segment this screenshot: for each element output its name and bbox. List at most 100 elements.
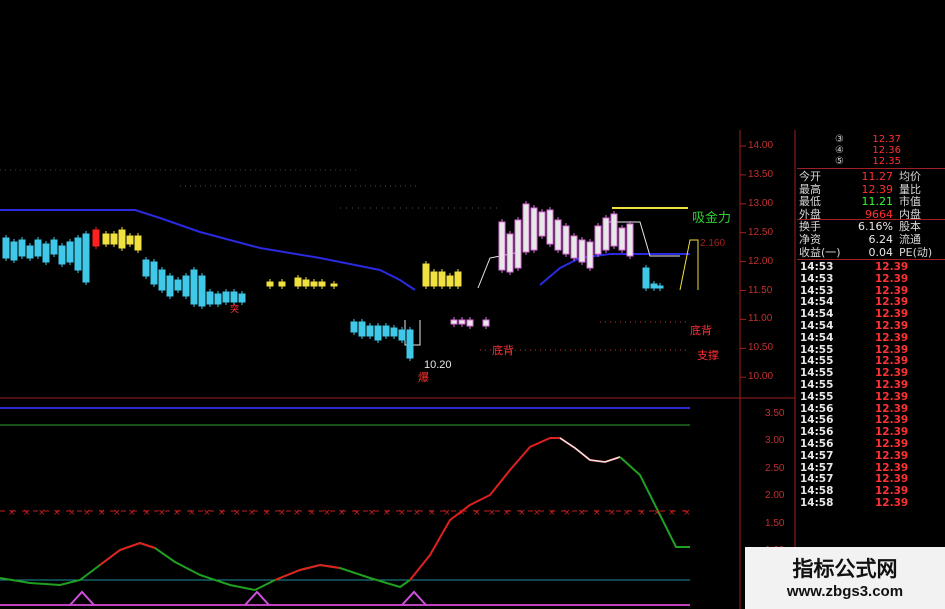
candle-body xyxy=(454,271,462,287)
tick-price: 12.39 xyxy=(875,284,909,297)
signal-cross: × xyxy=(53,508,61,518)
zhicheng-label: 支撑 xyxy=(697,350,719,362)
tick-row: 14:53 12.39 xyxy=(797,261,945,273)
tick-price: 12.39 xyxy=(875,343,909,356)
tick-row: 14:56 12.39 xyxy=(797,438,945,450)
tick-price: 12.39 xyxy=(875,261,909,273)
signal-cross: × xyxy=(593,508,601,518)
order-price: 12.36 xyxy=(872,145,901,156)
signal-cross: × xyxy=(308,508,316,518)
tick-row: 14:55 12.39 xyxy=(797,379,945,391)
tick-price: 12.39 xyxy=(875,331,909,344)
signal-cross: × xyxy=(563,508,571,518)
candle-body xyxy=(538,211,546,237)
price-axis-label: 13.50 xyxy=(748,168,774,180)
candle-body xyxy=(238,293,246,303)
quote-key: 收益(一) xyxy=(799,245,841,259)
tick-time: 14:55 xyxy=(800,343,834,356)
dibei-label: 底背 xyxy=(492,345,514,357)
candle-body xyxy=(562,225,570,255)
candle-body xyxy=(126,235,134,245)
watermark: 指标公式网 www.zbgs3.com xyxy=(745,547,945,609)
candle-body xyxy=(206,291,214,305)
candle-body xyxy=(656,285,664,289)
order-price: 12.37 xyxy=(872,134,901,145)
candle-body xyxy=(366,325,374,337)
tick-price: 12.39 xyxy=(875,497,909,509)
candle-body xyxy=(102,233,110,245)
candle-body xyxy=(166,275,174,297)
tick-time: 14:58 xyxy=(800,485,834,498)
candle-body xyxy=(66,241,74,263)
right-value-label: 2.160 xyxy=(700,238,726,249)
candle-body xyxy=(390,327,398,337)
candle-body xyxy=(330,283,338,287)
tick-row: 14:56 12.39 xyxy=(797,426,945,438)
candle-body xyxy=(230,291,238,303)
candle-body xyxy=(466,319,474,327)
candle-body xyxy=(266,281,274,287)
candle-body xyxy=(374,325,382,341)
signal-cross: × xyxy=(293,508,301,518)
candle-body xyxy=(618,227,626,251)
tick-price: 12.39 xyxy=(875,367,909,380)
signal-cross: × xyxy=(8,508,16,518)
candle-body xyxy=(10,241,18,261)
support-band xyxy=(0,207,699,346)
tick-time: 14:54 xyxy=(800,308,834,321)
divider xyxy=(797,259,945,260)
tick-row: 14:58 12.39 xyxy=(797,497,945,509)
signal-cross: × xyxy=(68,508,76,518)
candle-body xyxy=(2,237,10,259)
tick-time: 14:56 xyxy=(800,414,834,427)
candle-body xyxy=(358,321,366,337)
candle-body xyxy=(118,229,126,249)
candle-body xyxy=(198,275,206,307)
candle-body xyxy=(26,245,34,259)
price-axis-ticks xyxy=(740,145,746,378)
tick-row: 14:54 12.39 xyxy=(797,332,945,344)
signal-cross: × xyxy=(218,508,226,518)
candle-body xyxy=(546,209,554,245)
candle-body xyxy=(142,259,150,277)
signal-cross: × xyxy=(203,508,211,518)
signal-cross: × xyxy=(638,508,646,518)
tick-row: 14:57 12.39 xyxy=(797,450,945,462)
chart-grid xyxy=(0,130,796,609)
signal-cross: × xyxy=(533,508,541,518)
tick-row: 14:55 12.39 xyxy=(797,367,945,379)
order-level-mark: ③ xyxy=(835,134,844,145)
candle-body xyxy=(382,325,390,337)
watermark-title: 指标公式网 xyxy=(792,557,898,581)
tick-time: 14:58 xyxy=(800,497,834,509)
signal-cross: × xyxy=(503,508,511,518)
candle-body xyxy=(514,219,522,269)
candle-body xyxy=(642,267,650,289)
signal-cross: × xyxy=(38,508,46,518)
candle-body xyxy=(438,271,446,287)
tick-time: 14:53 xyxy=(800,261,834,273)
tick-row: 14:56 12.39 xyxy=(797,403,945,415)
signal-cross: × xyxy=(263,508,271,518)
tick-time: 14:56 xyxy=(800,426,834,439)
signal-cross: × xyxy=(428,508,436,518)
signal-cross: × xyxy=(323,508,331,518)
tick-time: 14:54 xyxy=(800,320,834,332)
price-axis-label: 10.00 xyxy=(748,371,774,383)
tick-price: 12.39 xyxy=(875,379,909,391)
candle-body xyxy=(74,237,82,271)
signal-cross: × xyxy=(83,508,91,518)
candle-body xyxy=(506,233,514,273)
signal-cross: × xyxy=(278,508,286,518)
candlesticks xyxy=(2,201,664,361)
price-axis-label: 10.50 xyxy=(748,342,774,354)
tick-row: 14:53 12.39 xyxy=(797,273,945,285)
tick-row: 14:55 12.39 xyxy=(797,344,945,356)
candle-body xyxy=(498,221,506,271)
candle-body xyxy=(422,263,430,287)
signal-cross: × xyxy=(398,508,406,518)
tick-time: 14:54 xyxy=(800,296,834,309)
candle-body xyxy=(278,281,286,287)
signal-crosses: × × × × × × × × × × × × × × × × × × × × × × × × × × × × × × × × × × × × × × × ×… xyxy=(8,508,691,518)
tick-time: 14:55 xyxy=(800,367,834,380)
